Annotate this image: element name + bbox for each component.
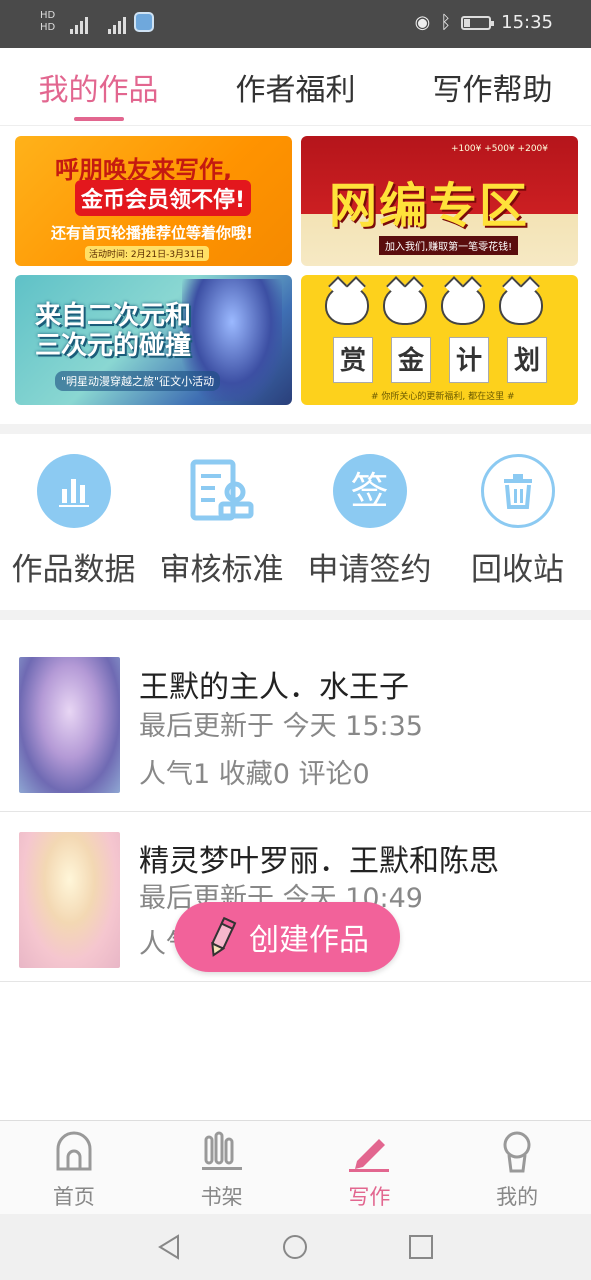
banner-title: 赏 金 计 划	[333, 337, 547, 383]
banner-text: 还有首页轮播推荐位等着你哦!	[51, 224, 253, 242]
bookshelf-icon	[201, 1131, 242, 1170]
work-title: 精灵梦叶罗丽．王默和陈思	[139, 844, 499, 879]
tool-label: 申请签约	[307, 552, 432, 588]
banner-title: 网编专区	[329, 178, 530, 234]
signal-2-icon	[108, 12, 126, 34]
nav-profile[interactable]: 我的	[443, 1121, 591, 1214]
nav-write[interactable]: 写作	[296, 1121, 444, 1214]
bar-chart-icon	[36, 454, 111, 528]
tool-label: 审核标准	[159, 552, 284, 588]
eye-comfort-icon: ◉	[414, 12, 431, 33]
banner-text: 活动时间: 2月21日-3月31日	[85, 246, 209, 261]
nav-home[interactable]: 首页	[0, 1121, 148, 1214]
banner-title-char: 计	[449, 337, 489, 383]
promo-banners: 呼朋唤友来写作, 金币会员领不停! 还有首页轮播推荐位等着你哦! 活动时间: 2…	[0, 126, 591, 424]
profile-icon	[503, 1131, 531, 1173]
banner-title-char: 金	[391, 337, 431, 383]
banner-text: 金币会员领不停!	[75, 180, 252, 216]
bluetooth-icon: ᛒ	[440, 12, 452, 33]
banner-text: +100¥ +500¥ +200¥	[450, 144, 548, 154]
banner-title-char: 划	[507, 337, 547, 383]
cat-icon	[499, 285, 543, 325]
nav-label: 书架	[200, 1185, 243, 1209]
tool-apply-contract[interactable]: 签 申请签约	[296, 454, 443, 589]
banner-invite-friends[interactable]: 呼朋唤友来写作, 金币会员领不停! 还有首页轮播推荐位等着你哦! 活动时间: 2…	[15, 136, 292, 266]
nav-label: 写作	[348, 1185, 391, 1209]
section-divider	[0, 424, 591, 434]
pencil-icon	[211, 916, 237, 957]
tab-label: 作者福利	[235, 72, 356, 108]
bottom-nav: 首页 书架 写作 我的	[0, 1120, 591, 1214]
system-nav-bar	[0, 1214, 591, 1280]
work-updated: 最后更新于 今天 15:35	[139, 711, 423, 742]
battery-icon	[461, 15, 495, 30]
cat-icon	[325, 285, 369, 325]
nav-label: 我的	[496, 1185, 539, 1209]
tool-works-data[interactable]: 作品数据	[0, 454, 147, 589]
work-stats: 人气1 收藏0 评论0	[139, 759, 370, 790]
banner-text: "明星动漫穿越之旅"征文小活动	[55, 371, 221, 391]
tab-author-benefits[interactable]: 作者福利	[197, 48, 394, 125]
banner-bounty-plan[interactable]: 赏 金 计 划 # 你所关心的更新福利, 都在这里 #	[301, 275, 578, 405]
pen-icon	[349, 1139, 390, 1172]
back-icon[interactable]	[156, 1234, 182, 1260]
status-bar: HD HD ◉ ᛒ 15:35	[0, 0, 591, 48]
tool-recycle-bin[interactable]: 回收站	[444, 454, 591, 589]
recents-icon[interactable]	[408, 1234, 434, 1260]
tab-writing-help[interactable]: 写作帮助	[394, 48, 591, 125]
cat-illustrations	[325, 285, 543, 325]
home-circle-icon[interactable]	[282, 1234, 308, 1260]
banner-web-editor-zone[interactable]: +100¥ +500¥ +200¥ 网编专区 加入我们,赚取第一笔零花钱!	[301, 136, 578, 266]
active-tab-underline	[73, 117, 124, 121]
create-work-label: 创建作品	[249, 923, 369, 958]
sign-icon: 签	[332, 454, 407, 528]
app-notification-icon	[134, 12, 154, 32]
work-title: 王默的主人．水王子	[139, 670, 409, 705]
cat-icon	[441, 285, 485, 325]
top-tab-bar: 我的作品 作者福利 写作帮助	[0, 48, 591, 126]
tool-label: 作品数据	[11, 552, 136, 588]
signal-1-icon	[70, 12, 88, 34]
banner-title-char: 赏	[333, 337, 373, 383]
tool-review-standards[interactable]: 审核标准	[148, 454, 295, 589]
banner-text: # 你所关心的更新福利, 都在这里 #	[371, 392, 515, 402]
status-time: 15:35	[501, 12, 553, 33]
sim1-indicator: HD HD	[40, 10, 56, 33]
trash-icon	[480, 454, 555, 528]
banner-dimension-collision[interactable]: 来自二次元和 三次元的碰撞 "明星动漫穿越之旅"征文小活动	[15, 275, 292, 405]
banner-title-line: 来自二次元和	[35, 301, 192, 331]
banner-title: 来自二次元和 三次元的碰撞	[35, 301, 191, 361]
work-cover-image	[19, 832, 120, 968]
create-work-button[interactable]: 创建作品	[174, 902, 400, 972]
work-item[interactable]: 王默的主人．水王子 最后更新于 今天 15:35 人气1 收藏0 评论0	[0, 642, 591, 812]
section-divider	[0, 610, 591, 620]
home-icon	[56, 1131, 92, 1171]
banner-text: 加入我们,赚取第一笔零花钱!	[379, 236, 519, 255]
review-stamp-icon	[185, 454, 259, 528]
work-cover-image	[19, 657, 120, 793]
tool-label: 回收站	[471, 552, 564, 588]
tab-my-works[interactable]: 我的作品	[0, 48, 197, 125]
author-tools: 作品数据 审核标准 签 申请签约 回收站	[0, 434, 591, 610]
nav-label: 首页	[52, 1185, 95, 1209]
cat-icon	[383, 285, 427, 325]
nav-bookshelf[interactable]: 书架	[148, 1121, 296, 1214]
tab-label: 写作帮助	[432, 72, 553, 108]
banner-title-line: 三次元的碰撞	[35, 331, 192, 361]
tab-label: 我的作品	[38, 72, 159, 108]
